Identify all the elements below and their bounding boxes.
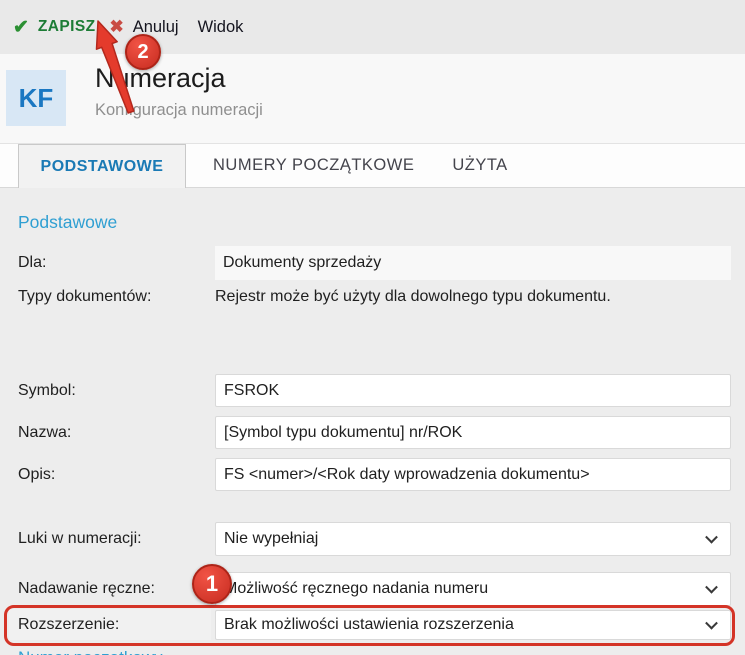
numbering-config-window: ✔ ZAPISZ ✖ Anuluj Widok KF Numeracja Kon… [0, 0, 745, 655]
rozszerzenie-label: Rozszerzenie: [9, 609, 211, 640]
clipped-section-title: Numer początkowy [18, 648, 163, 655]
avatar: KF [6, 70, 66, 126]
typy-dokumentow-value: Rejestr może być użyty dla dowolnego typ… [215, 288, 611, 305]
section-title: Podstawowe [18, 212, 118, 232]
symbol-input[interactable] [215, 374, 731, 407]
rozszerzenie-selected-value: Brak możliwości ustawienia rozszerzenia [224, 616, 514, 633]
tab-numery-poczatkowe[interactable]: NUMERY POCZĄTKOWE [201, 144, 426, 187]
luki-label: Luki w numeracji: [18, 530, 142, 547]
chevron-down-icon [705, 530, 718, 544]
tab-podstawowe[interactable]: PODSTAWOWE [18, 144, 186, 188]
luki-selected-value: Nie wypełniaj [224, 530, 319, 547]
nadawanie-dropdown[interactable]: Możliwość ręcznego nadania numeru [215, 572, 731, 606]
chevron-down-icon [705, 580, 718, 594]
page-title: Numeracja [95, 63, 226, 93]
save-button[interactable]: ✔ ZAPISZ [13, 16, 95, 39]
page-header: KF Numeracja Konfiguracja numeracji [0, 54, 745, 143]
form-content: Podstawowe Dla: Dokumenty sprzedaży Typy… [0, 188, 745, 655]
tab-uzyta[interactable]: UŻYTA [440, 144, 519, 187]
cancel-button[interactable]: ✖ Anuluj [95, 17, 178, 37]
tab-bar: PODSTAWOWE NUMERY POCZĄTKOWE UŻYTA [0, 143, 745, 188]
check-icon: ✔ [13, 16, 29, 38]
cancel-button-label: Anuluj [132, 17, 179, 36]
dla-field[interactable]: Dokumenty sprzedaży [215, 246, 731, 280]
save-button-label: ZAPISZ [37, 18, 96, 35]
toolbar: ✔ ZAPISZ ✖ Anuluj Widok [0, 0, 745, 54]
opis-input[interactable] [215, 458, 731, 491]
close-icon: ✖ [109, 17, 124, 36]
nadawanie-label: Nadawanie ręczne: [18, 580, 155, 597]
rozszerzenie-dropdown[interactable]: Brak możliwości ustawienia rozszerzenia [215, 610, 731, 640]
view-menu-label: Widok [197, 17, 244, 36]
view-menu-item[interactable]: Widok [179, 18, 244, 37]
opis-label: Opis: [18, 466, 56, 483]
page-subtitle: Konfiguracja numeracji [95, 101, 263, 119]
nadawanie-selected-value: Możliwość ręcznego nadania numeru [224, 580, 489, 597]
symbol-label: Symbol: [18, 382, 76, 399]
nazwa-input[interactable] [215, 416, 731, 449]
typy-dokumentow-label: Typy dokumentów: [18, 288, 152, 305]
luki-dropdown[interactable]: Nie wypełniaj [215, 522, 731, 556]
dla-label: Dla: [18, 254, 47, 271]
nazwa-label: Nazwa: [18, 424, 72, 441]
chevron-down-icon [705, 616, 718, 630]
